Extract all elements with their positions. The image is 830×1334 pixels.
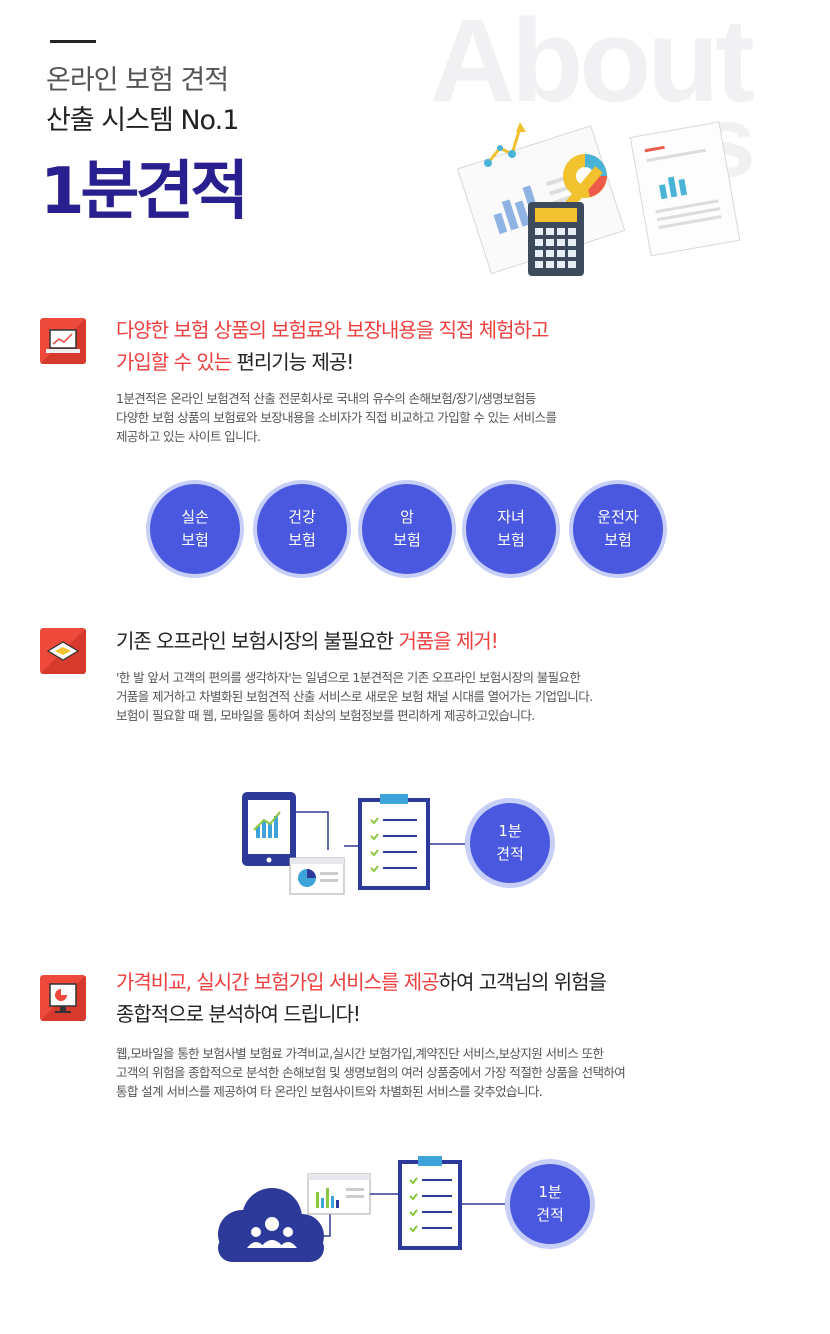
section3-title: 가격비교, 실시간 보험가입 서비스를 제공하여 고객님의 위험을 종합적으로 … — [116, 966, 607, 1030]
layers-icon — [40, 628, 86, 674]
bunkyeonjeok-circle[interactable]: 1분 견적 — [470, 803, 550, 883]
section1-title-highlight-2: 가입할 수 있는 — [116, 350, 232, 374]
circle-label: 견적 — [536, 1206, 564, 1224]
section1-desc-line: 다양한 보험 상품의 보험료와 보장내용을 소비자가 직접 비교하고 가입할 수… — [116, 410, 557, 425]
section3-desc-line: 웹,모바일을 통한 보험사별 보험료 가격비교,실시간 보험가입,계약진단 서비… — [116, 1046, 604, 1061]
category-children[interactable]: 자녀 보험 — [466, 484, 556, 574]
tablet-clipboard-diagram — [242, 792, 468, 895]
section1-title: 다양한 보험 상품의 보험료와 보장내용을 직접 체험하고 가입할 수 있는 편… — [116, 314, 549, 378]
section2-description: '한 발 앞서 고객의 편의를 생각하자'는 일념으로 1분견적은 기존 오프라… — [116, 668, 593, 725]
section2-desc-line: '한 발 앞서 고객의 편의를 생각하자'는 일념으로 1분견적은 기존 오프라… — [116, 670, 581, 685]
section1-desc-line: 1분견적은 온라인 보험견적 산출 전문회사로 국내의 유수의 손해보험/장기/… — [116, 391, 536, 406]
circle-label: 견적 — [496, 845, 524, 863]
section3-desc-line: 고객의 위험을 종합적으로 분석한 손해보험 및 생명보험의 여러 상품중에서 … — [116, 1065, 626, 1080]
bunkyeonjeok-circle-2[interactable]: 1분 견적 — [510, 1164, 590, 1244]
category-label: 자녀 — [497, 508, 525, 526]
category-label: 보험 — [393, 531, 421, 549]
monitor-pie-icon — [40, 975, 86, 1021]
category-silson[interactable]: 실손 보험 — [150, 484, 240, 574]
category-label: 암 — [400, 508, 414, 526]
category-label: 운전자 — [597, 508, 639, 526]
category-label: 보험 — [604, 531, 632, 549]
section1-desc-line: 제공하고 있는 사이트 입니다. — [116, 429, 261, 444]
section1-title-rest: 편리기능 제공! — [231, 350, 354, 374]
circle-label: 1분 — [538, 1183, 562, 1201]
category-cancer[interactable]: 암 보험 — [362, 484, 452, 574]
section2-title-rest: 기존 오프라인 보험시장의 불필요한 — [116, 629, 399, 653]
report-calculator-illustration — [456, 121, 740, 276]
section3-title-rest: 하여 고객님의 위험을 — [438, 970, 607, 994]
section3-desc-line: 통합 설계 서비스를 제공하여 타 온라인 보험사이트와 차별화된 서비스를 갖… — [116, 1084, 543, 1099]
category-label: 보험 — [181, 531, 209, 549]
section2-desc-line: 거품을 제거하고 차별화된 보험견적 산출 서비스로 새로운 보험 채널 시대를… — [116, 689, 593, 704]
section3-title-line2: 종합적으로 분석하여 드립니다! — [116, 1002, 361, 1026]
category-label: 건강 — [288, 508, 316, 526]
cloud-users-clipboard-diagram — [218, 1156, 514, 1262]
section3-title-highlight: 가격비교, 실시간 보험가입 서비스를 제공 — [116, 970, 440, 994]
category-health[interactable]: 건강 보험 — [257, 484, 347, 574]
category-driver[interactable]: 운전자 보험 — [573, 484, 663, 574]
circle-label: 1분 — [498, 822, 522, 840]
category-label: 실손 — [181, 508, 209, 526]
category-label: 보험 — [497, 531, 525, 549]
section2-title: 기존 오프라인 보험시장의 불필요한 거품을 제거! — [116, 625, 499, 657]
hero-subtitle: 온라인 보험 견적 — [46, 65, 229, 96]
category-label: 보험 — [288, 531, 316, 549]
section1-title-highlight: 다양한 보험 상품의 보험료와 보장내용을 직접 체험하고 — [116, 318, 549, 342]
laptop-chart-icon — [40, 318, 86, 364]
section3-description: 웹,모바일을 통한 보험사별 보험료 가격비교,실시간 보험가입,계약진단 서비… — [116, 1044, 626, 1101]
brand-title: 1분견적 — [40, 155, 249, 229]
hero-title: 산출 시스템 No.1 — [46, 105, 239, 136]
section1-description: 1분견적은 온라인 보험견적 산출 전문회사로 국내의 유수의 손해보험/장기/… — [116, 389, 557, 446]
section2-desc-line: 보험이 필요할 때 웹, 모바일을 통하여 최상의 보험정보를 편리하게 제공하… — [116, 708, 535, 723]
section2-title-highlight: 거품을 제거! — [398, 629, 498, 653]
header-accent-bar — [50, 40, 96, 43]
